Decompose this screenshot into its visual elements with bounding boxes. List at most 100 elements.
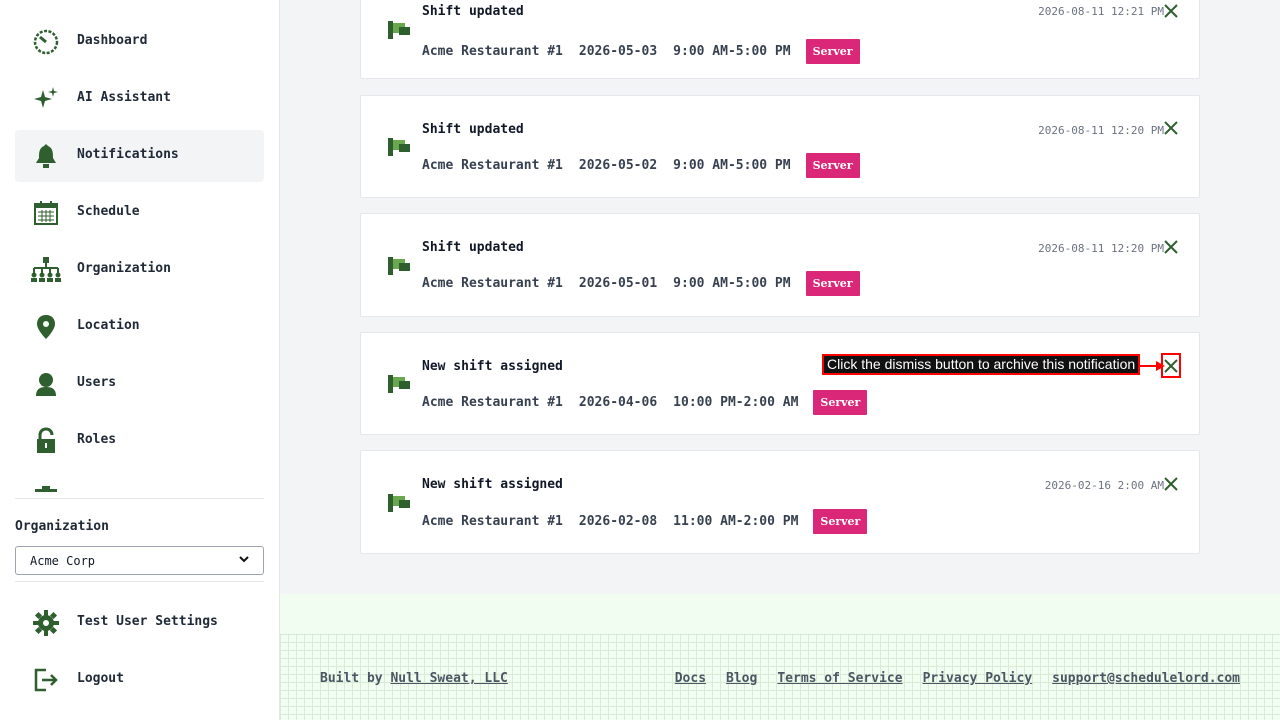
flag-icon [388,257,410,275]
dismiss-button[interactable] [1161,474,1181,494]
notification-time-range: 11:00 AM-2:00 PM [673,514,799,529]
role-badge: Server [805,271,860,296]
sidebar-item-label: Organization [77,261,171,276]
sidebar-item-notifications[interactable]: Notifications [15,130,264,182]
flag-icon [388,21,410,39]
sidebar-item-organization[interactable]: Organization [15,244,264,296]
role-badge: Server [813,390,868,415]
sidebar-divider [15,498,264,499]
notification-location: Acme Restaurant #1 [422,44,563,59]
notification-title: Shift updated [422,240,524,255]
role-badge: Server [805,39,860,64]
footer-band [280,594,1280,634]
highlight-box [1161,353,1181,378]
logout-icon [30,666,62,694]
notification-card: Shift updated Acme Restaurant #1 2026-05… [360,213,1200,317]
sidebar-item-label: Roles [77,432,117,447]
notification-card: Shift updated Acme Restaurant #1 2026-05… [360,95,1200,198]
close-icon [1164,477,1178,491]
flag-icon [388,138,410,156]
sidebar-item-test-user-settings[interactable]: Test User Settings [15,597,264,649]
sidebar-item-roles[interactable]: Roles [15,415,264,467]
footer-link-blog[interactable]: Blog [726,671,757,686]
notification-location: Acme Restaurant #1 [422,276,563,291]
notification-time-range: 10:00 PM-2:00 AM [673,395,799,410]
sidebar-divider [15,581,264,582]
organization-select-value: Acme Corp [30,553,96,568]
notification-date: 2026-05-03 [578,44,658,59]
notification-meta: Acme Restaurant #1 2026-05-01 9:00 AM-5:… [422,271,860,296]
close-icon [1164,4,1178,18]
notification-card: New shift assigned Acme Restaurant #1 20… [360,450,1200,554]
sidebar-item-ai-assistant[interactable]: AI Assistant [15,73,264,125]
notification-meta: Acme Restaurant #1 2026-05-02 9:00 AM-5:… [422,153,860,178]
footer-link-privacy[interactable]: Privacy Policy [923,671,1033,686]
briefcase-icon [30,484,62,492]
sidebar-item-location[interactable]: Location [15,301,264,353]
sidebar-item-label: Users [77,375,117,390]
instruction-tooltip: Click the dismiss button to archive this… [822,354,1141,375]
notification-meta: Acme Restaurant #1 2026-04-06 10:00 PM-2… [422,390,868,415]
dismiss-button[interactable] [1161,1,1181,21]
sidebar-item-dashboard[interactable]: Dashboard [15,16,264,68]
notification-meta: Acme Restaurant #1 2026-02-08 11:00 AM-2… [422,509,868,534]
notification-card: Shift updated Acme Restaurant #1 2026-05… [360,0,1200,79]
notification-date: 2026-05-01 [578,276,658,291]
notification-date: 2026-02-08 [578,514,658,529]
footer-link-terms[interactable]: Terms of Service [777,671,902,686]
footer-link-docs[interactable]: Docs [675,671,706,686]
bell-icon [30,142,62,170]
sidebar: Dashboard AI Assistant Notifications Sch… [0,0,280,720]
notification-location: Acme Restaurant #1 [422,395,563,410]
footer-company-link[interactable]: Null Sweat, LLC [390,671,507,686]
organization-select[interactable]: Acme Corp [15,546,264,575]
footer: Built by Null Sweat, LLC Docs Blog Terms… [280,634,1280,720]
organization-label: Organization [15,519,109,534]
flag-icon [388,494,410,512]
notification-title: New shift assigned [422,359,563,374]
notification-time-range: 9:00 AM-5:00 PM [673,276,791,291]
user-icon [30,370,62,398]
gear-icon [30,609,62,637]
notification-meta: Acme Restaurant #1 2026-05-03 9:00 AM-5:… [422,39,860,64]
sidebar-item-label: Logout [77,671,124,686]
sidebar-item-label: Notifications [77,147,179,162]
sparkle-icon [30,85,62,113]
sidebar-item-logout[interactable]: Logout [15,654,264,706]
notification-timestamp: 2026-08-11 12:21 PM [1038,5,1164,18]
sidebar-item-label: Test User Settings [77,614,218,629]
notification-date: 2026-05-02 [578,158,658,173]
sidebar-item-schedule[interactable]: Schedule [15,187,264,239]
lock-icon [30,427,62,455]
footer-links: Docs Blog Terms of Service Privacy Polic… [675,671,1240,686]
dismiss-button[interactable] [1161,237,1181,257]
notification-location: Acme Restaurant #1 [422,514,563,529]
sidebar-item-users[interactable]: Users [15,358,264,410]
role-badge: Server [813,509,868,534]
flag-icon [388,375,410,393]
sidebar-item-label: AI Assistant [77,90,171,105]
notification-title: New shift assigned [422,477,563,492]
org-chart-icon [30,256,62,284]
sidebar-item-label: Schedule [77,204,140,219]
close-icon [1164,121,1178,135]
dashboard-icon [30,28,62,56]
footer-link-support-email[interactable]: support@schedulelord.com [1052,671,1240,686]
sidebar-item-label: Location [77,318,140,333]
sidebar-item-label: Dashboard [77,33,148,48]
location-pin-icon [30,313,62,341]
dismiss-button[interactable] [1161,118,1181,138]
footer-built-by: Built by Null Sweat, LLC [320,671,508,686]
notification-location: Acme Restaurant #1 [422,158,563,173]
notification-timestamp: 2026-08-11 12:20 PM [1038,124,1164,137]
notification-title: Shift updated [422,122,524,137]
close-icon [1164,240,1178,254]
notification-card: New shift assigned Acme Restaurant #1 20… [360,332,1200,435]
notifications-list: Shift updated Acme Restaurant #1 2026-05… [280,0,1280,594]
notification-timestamp: 2026-02-16 2:00 AM [1044,479,1164,492]
notification-time-range: 9:00 AM-5:00 PM [673,158,791,173]
chevron-down-icon [239,555,249,566]
notification-timestamp: 2026-08-11 12:20 PM [1038,242,1164,255]
role-badge: Server [805,153,860,178]
sidebar-item-more[interactable] [15,472,264,492]
